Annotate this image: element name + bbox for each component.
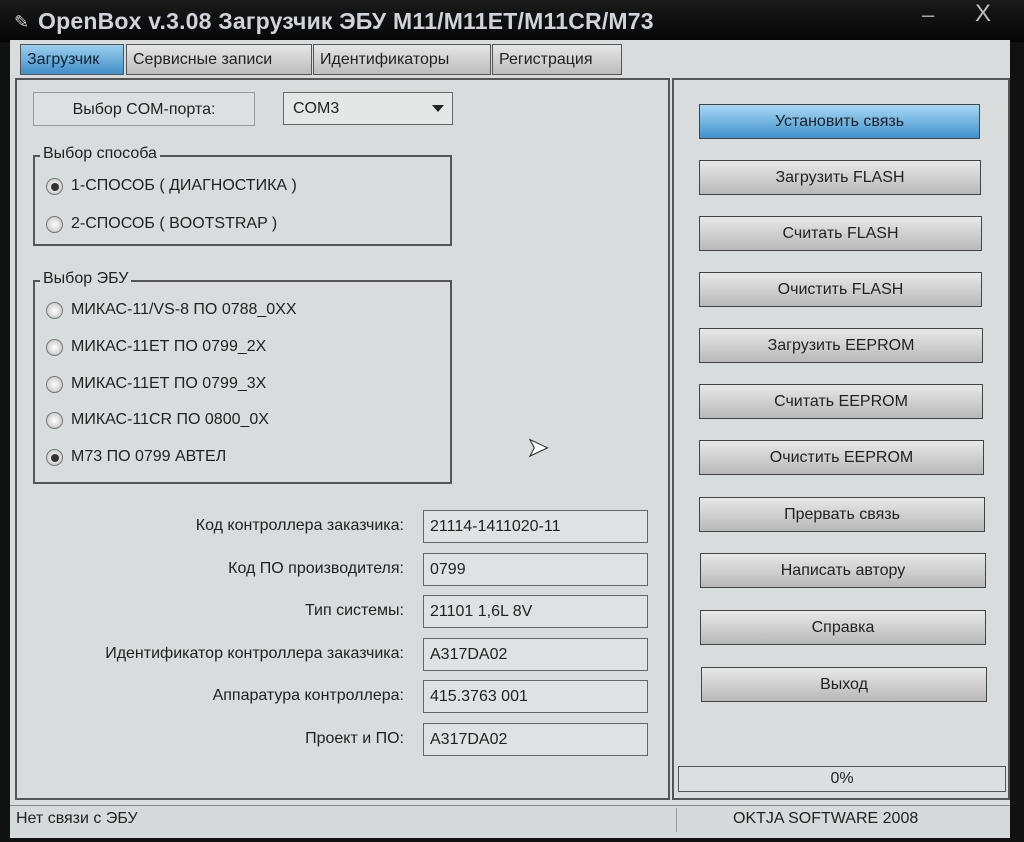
load-eeprom-button[interactable]: Загрузить EEPROM [699,328,983,363]
help-button[interactable]: Справка [700,610,986,645]
radio-label: МИКАС-11ЕТ ПО 0799_3X [71,375,267,392]
radio-icon[interactable] [46,177,63,195]
disconnect-button[interactable]: Прервать связь [699,497,985,532]
connect-button[interactable]: Установить связь [699,104,980,139]
ecu-radio-5[interactable]: M73 ПО 0799 АВТЕЛ [46,448,226,466]
controller-hardware-field[interactable]: 415.3763 001 [423,680,648,713]
com-port-select[interactable]: COM3 [283,92,453,125]
close-button[interactable]: X [975,0,991,28]
chevron-down-icon[interactable] [432,105,444,112]
field-label: Аппаратура контроллера: [212,687,404,704]
progress-bar: 0% [678,766,1006,792]
radio-label: 2-СПОСОБ ( BOOTSTRAP ) [71,215,278,232]
radio-icon[interactable] [46,448,63,466]
connection-status: Нет связи с ЭБУ [16,810,138,827]
field-label: Код контроллера заказчика: [195,517,404,534]
radio-label: МИКАС-11ЕТ ПО 0799_2X [71,338,267,355]
status-divider [676,808,677,832]
field-label: Проект и ПО: [305,730,404,747]
software-code-field[interactable]: 0799 [423,553,648,586]
method-radio-diagnostics[interactable]: 1-СПОСОБ ( ДИАГНОСТИКА ) [46,177,297,195]
app-icon: ✎ [14,12,30,32]
radio-label: МИКАС-11CR ПО 0800_0X [71,411,269,428]
tab-identifiers[interactable]: Идентификаторы [313,44,491,75]
radio-icon[interactable] [46,301,63,319]
ecu-radio-3[interactable]: МИКАС-11ЕТ ПО 0799_3X [46,375,266,393]
erase-flash-button[interactable]: Очистить FLASH [699,272,982,307]
customer-controller-code-field[interactable]: 21114-1411020-11 [423,510,648,543]
radio-icon[interactable] [46,338,63,356]
radio-icon[interactable] [46,215,63,233]
read-flash-button[interactable]: Считать FLASH [699,216,982,251]
com-port-value: COM3 [293,100,340,117]
method-legend: Выбор способа [40,145,160,163]
exit-button[interactable]: Выход [701,667,987,702]
contact-author-button[interactable]: Написать автору [700,553,986,588]
read-eeprom-button[interactable]: Считать EEPROM [699,384,983,419]
ecu-radio-1[interactable]: МИКАС-11/VS-8 ПО 0788_0XX [46,301,297,319]
window-title: OpenBox v.3.08 Загрузчик ЭБУ M11/M11ET/M… [38,8,654,34]
field-label: Тип системы: [304,602,404,619]
tab-registration[interactable]: Регистрация [492,44,622,75]
project-software-field[interactable]: A317DA02 [423,723,648,756]
ecu-legend: Выбор ЭБУ [40,270,132,288]
system-type-field[interactable]: 21101 1,6L 8V [423,595,648,628]
tab-service-records[interactable]: Сервисные записи [126,44,312,75]
radio-label: МИКАС-11/VS-8 ПО 0788_0XX [71,301,297,318]
radio-label: M73 ПО 0799 АВТЕЛ [71,448,227,465]
tab-loader[interactable]: Загрузчик [20,44,124,75]
mouse-cursor-icon: ➤ [527,432,550,463]
field-label: Идентификатор контроллера заказчика: [105,645,404,662]
radio-icon[interactable] [46,375,63,393]
erase-eeprom-button[interactable]: Очистить EEPROM [699,440,984,475]
radio-icon[interactable] [46,411,63,429]
field-label: Код ПО производителя: [228,560,404,577]
method-radio-bootstrap[interactable]: 2-СПОСОБ ( BOOTSTRAP ) [46,215,277,233]
load-flash-button[interactable]: Загрузить FLASH [699,160,981,195]
ecu-radio-4[interactable]: МИКАС-11CR ПО 0800_0X [46,411,269,429]
copyright-text: OKTJA SOFTWARE 2008 [733,810,919,827]
com-port-label: Выбор COM-порта: [33,92,255,126]
ecu-radio-2[interactable]: МИКАС-11ЕТ ПО 0799_2X [46,338,266,356]
minimize-button[interactable]: – [922,2,934,28]
radio-label: 1-СПОСОБ ( ДИАГНОСТИКА ) [71,177,297,194]
customer-controller-id-field[interactable]: A317DA02 [423,638,648,671]
